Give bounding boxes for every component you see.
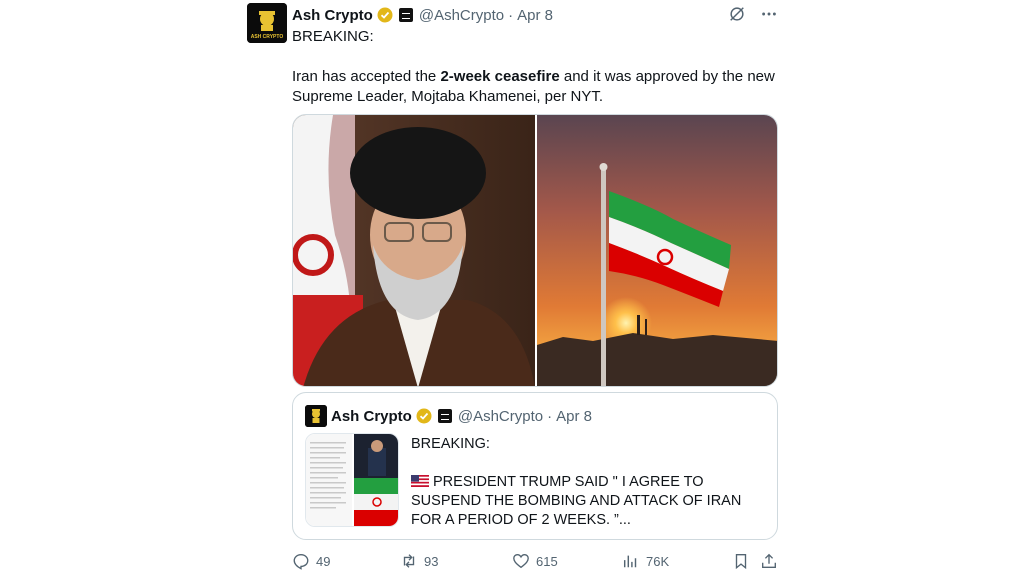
quote-verified-badge-icon	[416, 408, 432, 424]
flag-sunset-panel	[537, 115, 777, 386]
quote-text: BREAKING: PRESIDENT TRUMP SAID " I AGREE…	[411, 435, 767, 530]
tweet-text: BREAKING: Iran has accepted the 2-week c…	[292, 27, 778, 107]
us-flag-icon	[411, 475, 429, 487]
tweet-media[interactable]	[292, 114, 778, 387]
reply-button[interactable]: 49	[292, 552, 330, 570]
views-button[interactable]: 76K	[622, 552, 669, 570]
tweet-text-line1: BREAKING:	[292, 28, 374, 45]
avatar-text: ASH CRYPTO	[251, 34, 284, 40]
bookmark-button[interactable]	[732, 552, 750, 570]
text-pre: Iran has accepted the	[292, 68, 441, 85]
quote-text-body-text: PRESIDENT TRUMP SAID " I AGREE TO SUSPEN…	[411, 474, 742, 528]
text-bold: 2-week ceasefire	[440, 68, 560, 85]
quote-author-handle: @AshCrypto	[457, 407, 544, 425]
quote-author-avatar[interactable]	[305, 405, 327, 427]
views-count: 76K	[646, 553, 670, 569]
tweet-text-body: Iran has accepted the 2-week ceasefire a…	[292, 67, 778, 107]
avatar-logo: ASH CRYPTO	[247, 3, 287, 43]
media-image	[293, 115, 777, 386]
author-handle[interactable]: @AshCrypto	[419, 7, 504, 24]
more-icon[interactable]	[760, 5, 778, 23]
reply-count: 49	[316, 553, 331, 569]
quote-media-thumbnail[interactable]	[305, 433, 399, 527]
quoted-tweet[interactable]: Ash Crypto @AshCrypto · Apr 8 BREAKING: …	[292, 392, 778, 540]
repost-button[interactable]: 93	[400, 552, 438, 570]
affiliate-badge-icon[interactable]	[398, 8, 413, 22]
date-separator: ·	[508, 6, 514, 24]
like-count: 615	[536, 553, 558, 569]
quote-text-line1: BREAKING:	[411, 436, 490, 452]
reply-icon	[293, 554, 309, 570]
share-button[interactable]	[760, 552, 778, 570]
quote-author-name[interactable]: Ash Crypto	[331, 408, 412, 425]
tweet: ASH CRYPTO Ash Crypto @AshCrypto · Apr 8…	[246, 0, 780, 576]
tweet-header: Ash Crypto @AshCrypto · Apr 8	[292, 5, 553, 25]
share-icon	[762, 553, 776, 568]
quote-avatar-logo	[305, 405, 327, 427]
quote-date-separator: ·	[547, 407, 553, 425]
quote-date: Apr 8	[556, 407, 592, 425]
author-avatar[interactable]: ASH CRYPTO	[247, 3, 287, 43]
tweet-actions: 49 93 615 76K	[292, 552, 778, 572]
author-name[interactable]: Ash Crypto	[292, 7, 373, 24]
like-button[interactable]: 615	[512, 552, 558, 570]
views-icon	[623, 555, 637, 568]
bookmark-icon	[735, 554, 747, 570]
tweet-top-actions	[728, 5, 778, 23]
verified-badge-icon	[377, 7, 393, 23]
quote-text-body: PRESIDENT TRUMP SAID " I AGREE TO SUSPEN…	[411, 473, 767, 530]
like-icon	[513, 554, 529, 569]
grok-icon[interactable]	[728, 5, 746, 23]
quote-thumbnail-image	[306, 434, 398, 526]
portrait-panel	[293, 115, 535, 386]
quote-header: Ash Crypto @AshCrypto · Apr 8	[331, 406, 592, 426]
post-date[interactable]: Apr 8	[517, 7, 553, 24]
repost-icon	[403, 554, 415, 568]
quote-affiliate-badge-icon	[437, 409, 452, 423]
repost-count: 93	[424, 553, 439, 569]
